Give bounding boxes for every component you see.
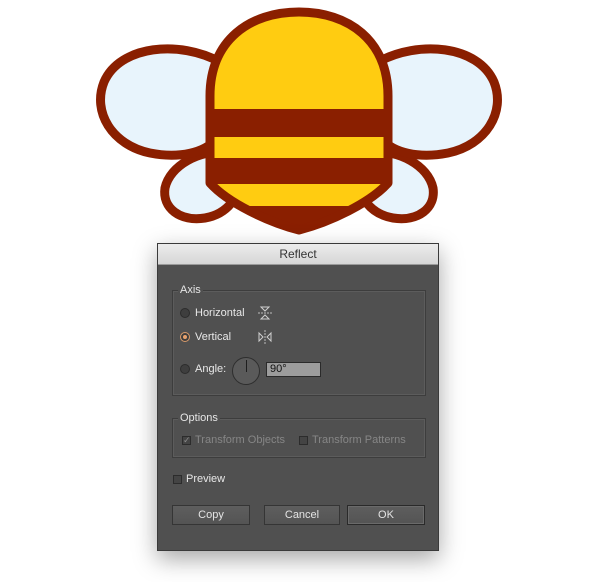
left-upper-wing bbox=[96, 44, 225, 160]
reflect-horizontal-icon bbox=[258, 306, 272, 320]
angle-label: Angle: bbox=[195, 363, 227, 375]
angle-input[interactable]: 90° bbox=[266, 362, 321, 377]
reflect-vertical-icon bbox=[258, 330, 272, 344]
horizontal-radio[interactable] bbox=[180, 308, 190, 318]
horizontal-label: Horizontal bbox=[195, 307, 245, 319]
bee-artwork bbox=[96, 7, 502, 235]
transform-patterns-option[interactable]: Transform Patterns bbox=[299, 434, 406, 446]
preview-option[interactable]: Preview bbox=[173, 473, 225, 485]
dialog-title[interactable]: Reflect bbox=[158, 244, 438, 265]
axis-group-label: Axis bbox=[178, 284, 203, 296]
transform-objects-option[interactable]: ✓ Transform Objects bbox=[182, 434, 285, 446]
body-stripe-1 bbox=[210, 109, 388, 137]
vertical-label: Vertical bbox=[195, 331, 232, 343]
preview-checkbox[interactable] bbox=[173, 474, 182, 484]
angle-dial-icon[interactable] bbox=[232, 357, 260, 385]
transform-objects-checkbox[interactable]: ✓ bbox=[182, 435, 191, 445]
reflect-dialog: Reflect Axis Horizontal Vertical Angle: … bbox=[157, 243, 439, 551]
body-stripe-2 bbox=[210, 158, 388, 184]
right-upper-wing bbox=[373, 44, 502, 160]
canvas-stage: Reflect Axis Horizontal Vertical Angle: … bbox=[0, 0, 598, 582]
axis-group bbox=[172, 290, 426, 396]
ok-button[interactable]: OK bbox=[347, 505, 425, 525]
transform-patterns-label: Transform Patterns bbox=[312, 434, 406, 446]
vertical-radio[interactable] bbox=[180, 332, 190, 342]
cancel-button[interactable]: Cancel bbox=[264, 505, 340, 525]
copy-button[interactable]: Copy bbox=[172, 505, 250, 525]
transform-objects-label: Transform Objects bbox=[195, 434, 286, 446]
preview-label: Preview bbox=[186, 473, 226, 485]
vertical-option[interactable]: Vertical bbox=[180, 331, 231, 343]
options-group-label: Options bbox=[178, 412, 220, 424]
angle-radio[interactable] bbox=[180, 364, 190, 374]
horizontal-option[interactable]: Horizontal bbox=[180, 307, 245, 319]
angle-option[interactable]: Angle: bbox=[180, 363, 226, 375]
transform-patterns-checkbox[interactable] bbox=[299, 435, 308, 445]
